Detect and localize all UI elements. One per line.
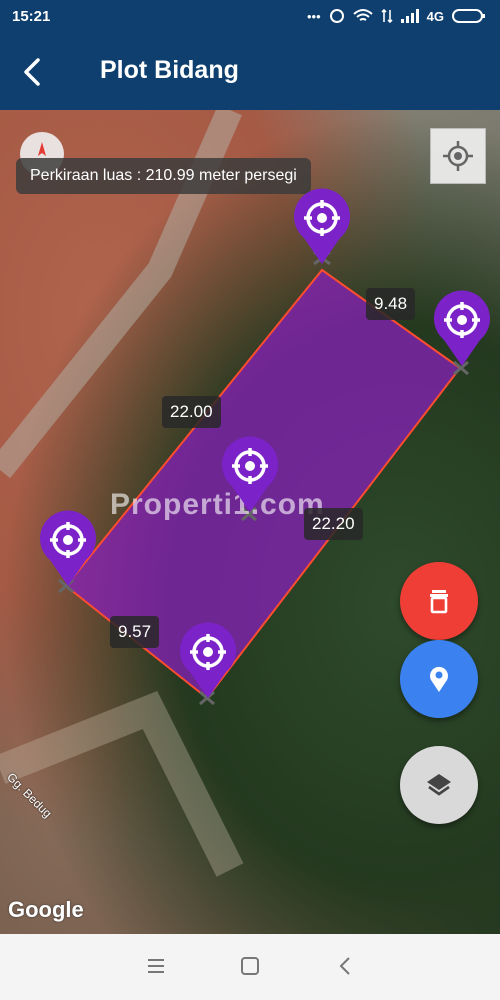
layers-button[interactable] — [400, 746, 478, 824]
crosshair-pin-icon — [180, 622, 236, 698]
back-button[interactable] — [14, 52, 54, 92]
distance-label: 22.20 — [304, 508, 363, 540]
page-title: Plot Bidang — [100, 56, 239, 84]
wifi-icon — [352, 9, 373, 21]
back-arrow-icon — [24, 58, 40, 86]
data-transfer-icon — [381, 8, 393, 24]
system-back-button[interactable] — [334, 954, 358, 978]
crosshair-locate-icon — [443, 141, 473, 171]
location-pin-icon — [430, 666, 448, 692]
satellite-map[interactable]: Properti1.com Perkiraan luas : 210.99 me… — [0, 110, 500, 934]
layers-icon — [427, 774, 451, 796]
trash-icon — [430, 590, 448, 614]
sync-icon — [329, 9, 344, 23]
home-square-icon — [241, 957, 259, 975]
distance-label: 9.48 — [366, 288, 416, 320]
notification-dots: ••• — [307, 8, 321, 24]
system-nav-bar — [0, 934, 500, 1000]
crosshair-pin-icon — [294, 188, 350, 264]
google-attribution: Google — [8, 897, 84, 922]
map-pin[interactable] — [36, 510, 100, 588]
distance-label: 22.00 — [162, 396, 221, 428]
back-chevron-icon — [339, 957, 350, 975]
signal-icon — [400, 9, 419, 23]
home-button[interactable] — [238, 954, 262, 978]
battery-icon — [452, 9, 485, 23]
map-pin[interactable] — [218, 436, 282, 514]
my-location-button[interactable] — [430, 128, 486, 184]
menu-button[interactable] — [144, 954, 168, 978]
crosshair-pin-icon — [434, 290, 490, 366]
status-icons: ••• 4G — [307, 8, 486, 24]
crosshair-pin-icon — [40, 510, 96, 586]
status-bar: 15:21 ••• 4G — [0, 0, 500, 34]
delete-button[interactable] — [400, 562, 478, 640]
map-pin[interactable] — [430, 290, 494, 368]
crosshair-pin-icon — [222, 436, 278, 512]
distance-label: 9.57 — [110, 616, 160, 648]
app-bar: Plot Bidang — [0, 34, 500, 110]
area-estimate-label: Perkiraan luas : 210.99 meter persegi — [16, 158, 311, 194]
add-marker-button[interactable] — [400, 640, 478, 718]
menu-icon — [148, 959, 164, 973]
map-pin[interactable] — [290, 188, 354, 266]
network-type: 4G — [426, 8, 444, 24]
status-time: 15:21 — [12, 8, 51, 25]
map-pin[interactable] — [176, 622, 240, 700]
